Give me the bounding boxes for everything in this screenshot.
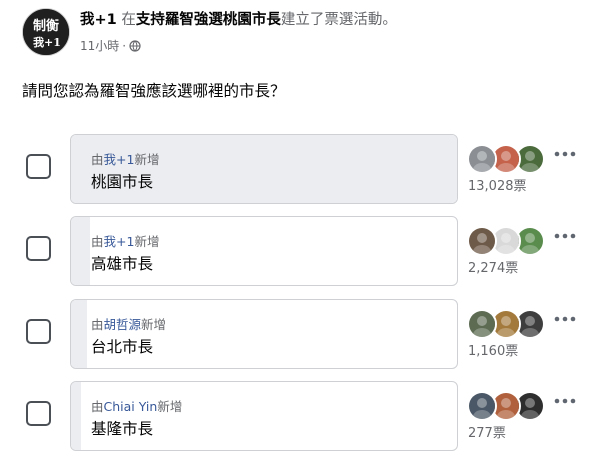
option-label: 基隆市長 — [91, 420, 154, 438]
more-options-icon[interactable] — [554, 315, 576, 323]
added-by-prefix: 由 — [91, 317, 104, 332]
added-by-suffix: 新增 — [157, 399, 183, 414]
option-checkbox[interactable] — [26, 401, 51, 426]
added-by-suffix: 新增 — [134, 152, 160, 167]
poll-option: 由我+1新增 高雄市長 2,274票 — [22, 216, 582, 288]
added-by-line: 由Chiai Yin新增 — [91, 396, 182, 415]
option-label: 高雄市長 — [91, 255, 154, 273]
added-by-prefix: 由 — [91, 399, 104, 414]
added-by-line: 由我+1新增 — [91, 231, 159, 250]
vote-share-bar — [71, 300, 87, 368]
vote-count[interactable]: 1,160票 — [468, 340, 518, 359]
meta-separator: · — [122, 38, 127, 53]
voter-avatar[interactable] — [467, 226, 497, 256]
vote-share-bar — [71, 217, 90, 285]
post-header-line: 我+1 在支持羅智強選桃園市長建立了票選活動。 — [80, 11, 397, 29]
avatar-text-bottom: 我+1 — [33, 35, 61, 49]
added-by-user-link[interactable]: 胡哲源 — [104, 317, 142, 332]
more-options-icon[interactable] — [554, 150, 576, 158]
voter-avatar[interactable] — [467, 309, 497, 339]
post-meta: 11小時 · — [80, 37, 141, 54]
option-box[interactable]: 由我+1新增 高雄市長 — [70, 216, 458, 286]
option-checkbox[interactable] — [26, 319, 51, 344]
post-timestamp[interactable]: 11小時 — [80, 37, 119, 54]
added-by-prefix: 由 — [91, 152, 104, 167]
voter-avatars[interactable] — [467, 226, 547, 258]
vote-share-bar — [71, 135, 457, 203]
added-by-line: 由胡哲源新增 — [91, 314, 166, 333]
vote-count[interactable]: 277票 — [468, 422, 506, 441]
poll-option: 由Chiai Yin新增 基隆市長 277票 — [22, 381, 582, 453]
added-by-line: 由我+1新增 — [91, 149, 159, 168]
voter-avatar[interactable] — [467, 391, 497, 421]
option-box[interactable]: 由我+1新增 桃園市長 — [70, 134, 458, 204]
option-label: 台北市長 — [91, 338, 154, 356]
globe-icon — [129, 39, 141, 52]
more-options-icon[interactable] — [554, 232, 576, 240]
option-checkbox[interactable] — [26, 154, 51, 179]
voter-avatars[interactable] — [467, 309, 547, 341]
option-checkbox[interactable] — [26, 236, 51, 261]
action-suffix: 建立了票選活動。 — [280, 12, 397, 28]
added-by-user-link[interactable]: 我+1 — [104, 152, 135, 167]
vote-count[interactable]: 13,028票 — [468, 175, 527, 194]
vote-count[interactable]: 2,274票 — [468, 257, 518, 276]
option-label: 桃園市長 — [91, 173, 154, 191]
voter-avatars[interactable] — [467, 391, 547, 423]
more-options-icon[interactable] — [554, 397, 576, 405]
added-by-suffix: 新增 — [134, 234, 160, 249]
poll-option: 由胡哲源新增 台北市長 1,160票 — [22, 299, 582, 371]
added-by-user-link[interactable]: Chiai Yin — [104, 399, 158, 414]
avatar-text-top: 制衡 — [33, 18, 59, 34]
added-by-prefix: 由 — [91, 234, 104, 249]
added-by-user-link[interactable]: 我+1 — [104, 234, 135, 249]
author-name[interactable]: 我+1 — [80, 12, 117, 28]
poll-question: 請問您認為羅智強應該選哪裡的市長？ — [22, 82, 286, 100]
page-avatar[interactable]: 制衡 我+1 — [22, 8, 70, 56]
option-box[interactable]: 由胡哲源新增 台北市長 — [70, 299, 458, 369]
option-box[interactable]: 由Chiai Yin新增 基隆市長 — [70, 381, 458, 451]
group-name[interactable]: 支持羅智強選桃園市長 — [136, 12, 281, 28]
added-by-suffix: 新增 — [141, 317, 167, 332]
voter-avatar[interactable] — [467, 144, 497, 174]
vote-share-bar — [71, 382, 81, 450]
voter-avatars[interactable] — [467, 144, 547, 176]
post-header: 制衡 我+1 我+1 在支持羅智強選桃園市長建立了票選活動。 11小時 · — [22, 6, 582, 58]
poll-option: 由我+1新增 桃園市長 13,028票 — [22, 134, 582, 206]
action-prefix: 在 — [116, 12, 136, 28]
